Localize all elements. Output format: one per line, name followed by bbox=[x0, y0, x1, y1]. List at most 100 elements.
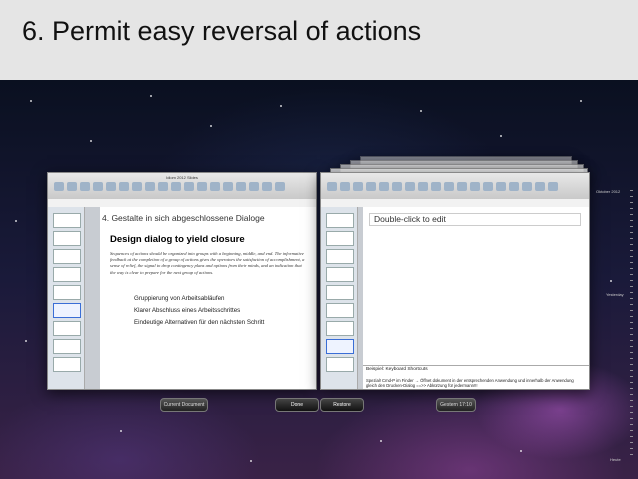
slide-thumbnail[interactable] bbox=[326, 357, 354, 372]
toolbar-buttons bbox=[54, 182, 310, 194]
toolbar-button[interactable] bbox=[509, 182, 519, 191]
slide-canvas[interactable]: Double-click to edit bbox=[363, 207, 589, 365]
star bbox=[120, 430, 122, 432]
star bbox=[500, 135, 502, 137]
star bbox=[380, 440, 382, 442]
star bbox=[520, 450, 522, 452]
toolbar-button[interactable] bbox=[93, 182, 103, 191]
slide-thumbnail[interactable] bbox=[53, 285, 81, 300]
toolbar-button[interactable] bbox=[444, 182, 454, 191]
toolbar-button[interactable] bbox=[496, 182, 506, 191]
time-machine-background: Idiom 2012 Slides 4. Gestalte in sich ab… bbox=[0, 80, 638, 479]
slide-navigator[interactable] bbox=[48, 207, 85, 389]
slide-thumbnail-selected[interactable] bbox=[326, 339, 354, 354]
toolbar-button[interactable] bbox=[405, 182, 415, 191]
toolbar-button[interactable] bbox=[223, 182, 233, 191]
toolbar-button[interactable] bbox=[483, 182, 493, 191]
notes-text: Spezial! Cmd-P im Finder → Öffnet dokume… bbox=[366, 378, 574, 389]
bullet-item: Gruppierung von Arbeitsabläufen bbox=[134, 295, 225, 302]
window-toolbar: Idiom 2012 Slides bbox=[48, 173, 316, 200]
design-heading: Design dialog to yield closure bbox=[110, 234, 245, 245]
toolbar-button[interactable] bbox=[457, 182, 467, 191]
presenter-notes[interactable]: Beispiel: Keyboard Shortcuts Spezial! Cm… bbox=[363, 365, 589, 389]
toolbar-button[interactable] bbox=[535, 182, 545, 191]
current-document-window[interactable]: Idiom 2012 Slides 4. Gestalte in sich ab… bbox=[47, 172, 317, 390]
star bbox=[25, 340, 27, 342]
star bbox=[15, 220, 17, 222]
toolbar-button[interactable] bbox=[132, 182, 142, 191]
bullet-list: Gruppierung von Arbeitsabläufen Klarer A… bbox=[134, 293, 264, 329]
star bbox=[250, 460, 252, 462]
toolbar-button[interactable] bbox=[392, 182, 402, 191]
toolbar-button[interactable] bbox=[67, 182, 77, 191]
toolbar-button[interactable] bbox=[366, 182, 376, 191]
slide-thumbnail-selected[interactable] bbox=[53, 303, 81, 318]
slide-thumbnail[interactable] bbox=[326, 303, 354, 318]
toolbar-button[interactable] bbox=[431, 182, 441, 191]
toolbar-button[interactable] bbox=[327, 182, 337, 191]
slide-thumbnail[interactable] bbox=[326, 321, 354, 336]
slide-thumbnail[interactable] bbox=[53, 339, 81, 354]
star bbox=[210, 125, 212, 127]
snapshot-timestamp: Gestern 17:10 bbox=[436, 398, 476, 412]
toolbar-button[interactable] bbox=[353, 182, 363, 191]
star bbox=[150, 95, 152, 97]
title-placeholder[interactable]: Double-click to edit bbox=[369, 213, 581, 226]
navigator-scrollbar[interactable] bbox=[85, 207, 101, 389]
toolbar-button[interactable] bbox=[184, 182, 194, 191]
toolbar-button[interactable] bbox=[106, 182, 116, 191]
toolbar-button[interactable] bbox=[340, 182, 350, 191]
toolbar-button[interactable] bbox=[54, 182, 64, 191]
slide-thumbnail[interactable] bbox=[326, 267, 354, 282]
slide-thumbnail[interactable] bbox=[53, 267, 81, 282]
toolbar-button[interactable] bbox=[197, 182, 207, 191]
timeline-label[interactable]: Yesterday bbox=[606, 292, 624, 297]
bullet-item: Klarer Abschluss eines Arbeitsschrittes bbox=[134, 307, 241, 314]
slide-thumbnail[interactable] bbox=[326, 231, 354, 246]
toolbar-buttons bbox=[327, 182, 583, 194]
slide-thumbnail[interactable] bbox=[53, 357, 81, 372]
toolbar-button[interactable] bbox=[236, 182, 246, 191]
slide-thumbnail[interactable] bbox=[326, 285, 354, 300]
toolbar-button[interactable] bbox=[158, 182, 168, 191]
toolbar-button[interactable] bbox=[418, 182, 428, 191]
notes-label: Beispiel: Keyboard Shortcuts bbox=[366, 367, 428, 372]
body-quote: Sequences of actions should be organized… bbox=[110, 251, 305, 275]
toolbar-button[interactable] bbox=[171, 182, 181, 191]
timeline-label[interactable]: Heute bbox=[610, 457, 621, 462]
toolbar-button[interactable] bbox=[210, 182, 220, 191]
slide-header: 6. Permit easy reversal of actions bbox=[0, 0, 638, 80]
slide-thumbnail[interactable] bbox=[53, 231, 81, 246]
backup-snapshot-window[interactable]: Double-click to edit Beispiel: Keyboard … bbox=[320, 172, 590, 390]
slide-thumbnail[interactable] bbox=[326, 213, 354, 228]
toolbar-button[interactable] bbox=[379, 182, 389, 191]
star bbox=[30, 100, 32, 102]
slide-thumbnail[interactable] bbox=[53, 249, 81, 264]
timeline-ticks[interactable] bbox=[630, 190, 633, 460]
slide-thumbnail[interactable] bbox=[326, 249, 354, 264]
restore-button[interactable]: Restore bbox=[320, 398, 364, 412]
slide-heading: 4. Gestalte in sich abgeschlossene Dialo… bbox=[102, 213, 265, 223]
toolbar-button[interactable] bbox=[119, 182, 129, 191]
star bbox=[420, 110, 422, 112]
slide-canvas[interactable]: 4. Gestalte in sich abgeschlossene Dialo… bbox=[100, 207, 316, 389]
current-document-button[interactable]: Current Document bbox=[160, 398, 208, 412]
toolbar-button[interactable] bbox=[262, 182, 272, 191]
done-button[interactable]: Done bbox=[275, 398, 319, 412]
slide-thumbnail[interactable] bbox=[53, 321, 81, 336]
slide-navigator[interactable] bbox=[321, 207, 358, 389]
toolbar-button[interactable] bbox=[249, 182, 259, 191]
star bbox=[90, 140, 92, 142]
toolbar-button[interactable] bbox=[80, 182, 90, 191]
window-title: Idiom 2012 Slides bbox=[166, 175, 198, 180]
timeline-label[interactable]: Oktober 2012 bbox=[596, 189, 620, 194]
toolbar-button[interactable] bbox=[145, 182, 155, 191]
slide-title: 6. Permit easy reversal of actions bbox=[22, 16, 422, 46]
toolbar-button[interactable] bbox=[470, 182, 480, 191]
slide-thumbnail[interactable] bbox=[53, 213, 81, 228]
bullet-item: Eindeutige Alternativen für den nächsten… bbox=[134, 319, 265, 326]
star bbox=[280, 105, 282, 107]
toolbar-button[interactable] bbox=[548, 182, 558, 191]
toolbar-button[interactable] bbox=[275, 182, 285, 191]
toolbar-button[interactable] bbox=[522, 182, 532, 191]
